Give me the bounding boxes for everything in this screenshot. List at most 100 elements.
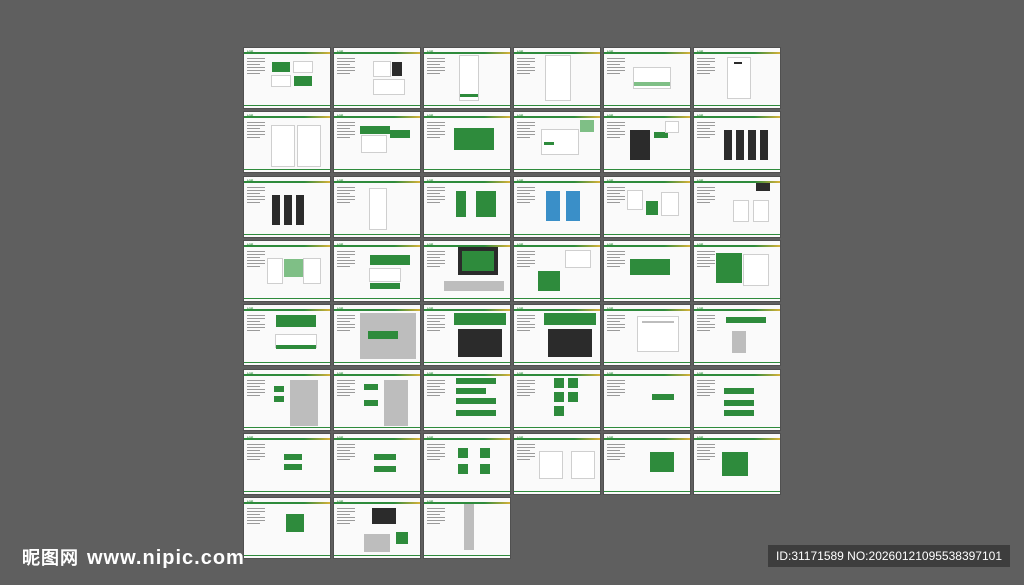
footer-stripe: [514, 233, 600, 235]
page-artwork: [454, 128, 494, 151]
vi-page-thumbnail[interactable]: VIS: [244, 305, 330, 366]
header-stripe: [694, 373, 780, 376]
footer-stripe: [604, 105, 690, 106]
vi-page-thumbnail[interactable]: VIS: [514, 112, 600, 173]
vi-page-thumbnail[interactable]: VIS: [244, 112, 330, 173]
vi-page-thumbnail[interactable]: VIS: [694, 305, 780, 366]
page-artwork: [724, 409, 754, 416]
page-artwork: [294, 76, 312, 86]
page-artwork: [544, 142, 554, 146]
page-artwork: [296, 194, 304, 225]
page-artwork: [722, 451, 748, 476]
vi-page-thumbnail[interactable]: VIS: [424, 433, 510, 494]
vi-page-thumbnail[interactable]: VIS: [694, 240, 780, 301]
vi-page-thumbnail[interactable]: VIS: [604, 305, 690, 366]
vi-page-thumbnail[interactable]: VIS: [604, 176, 690, 237]
vi-page-thumbnail[interactable]: VIS: [424, 369, 510, 430]
text-block: [247, 58, 265, 76]
vi-page-thumbnail[interactable]: VIS: [334, 305, 420, 366]
vi-page-thumbnail[interactable]: VIS: [244, 369, 330, 430]
vi-page-thumbnail[interactable]: VIS: [334, 433, 420, 494]
footer-stripe: [334, 233, 420, 235]
vi-page-thumbnail[interactable]: VIS: [244, 240, 330, 301]
footer-stripe: [694, 297, 780, 299]
footer-stripe: [514, 362, 600, 364]
header-stripe: [604, 437, 690, 440]
vi-page-thumbnail[interactable]: VIS: [424, 112, 510, 173]
vi-page-thumbnail[interactable]: VIS: [694, 48, 780, 108]
header-stripe: [424, 309, 510, 312]
header-stripe: [244, 502, 330, 505]
vi-page-thumbnail[interactable]: VIS: [424, 176, 510, 237]
vi-page-thumbnail[interactable]: VIS: [514, 305, 600, 366]
vi-page-thumbnail[interactable]: VIS: [514, 240, 600, 301]
vi-page-thumbnail[interactable]: VIS: [244, 433, 330, 494]
page-artwork: [384, 379, 408, 426]
header-stripe: [514, 52, 600, 54]
vi-page-thumbnail[interactable]: VIS: [514, 433, 600, 494]
vi-page-thumbnail[interactable]: VIS: [334, 112, 420, 173]
vi-page-thumbnail[interactable]: VIS: [604, 369, 690, 430]
footer-stripe: [694, 169, 780, 171]
page-artwork: [276, 345, 316, 350]
footer-stripe: [424, 490, 510, 492]
vi-page-thumbnail[interactable]: VIS: [244, 498, 330, 559]
page-artwork: [286, 514, 304, 533]
vi-page-thumbnail[interactable]: VIS: [694, 433, 780, 494]
page-artwork: [390, 130, 410, 139]
vi-page-thumbnail[interactable]: VIS: [334, 498, 420, 559]
vi-page-thumbnail[interactable]: VIS: [514, 176, 600, 237]
header-stripe: [604, 52, 690, 54]
page-artwork: [634, 82, 670, 86]
header-stripe: [604, 244, 690, 247]
vi-page-thumbnail[interactable]: VIS: [694, 369, 780, 430]
vi-page-thumbnail[interactable]: VIS: [334, 240, 420, 301]
header-stripe: [424, 116, 510, 119]
vi-page-thumbnail[interactable]: VIS: [244, 176, 330, 237]
vi-page-thumbnail[interactable]: VIS: [514, 48, 600, 108]
vi-page-thumbnail[interactable]: VIS: [424, 305, 510, 366]
page-artwork: [748, 130, 756, 161]
header-stripe: [334, 180, 420, 183]
vi-page-thumbnail[interactable]: VIS: [604, 48, 690, 108]
vi-page-thumbnail[interactable]: VIS: [424, 48, 510, 108]
vi-page-thumbnail[interactable]: VIS: [694, 112, 780, 173]
footer-stripe: [244, 105, 330, 106]
footer-stripe: [244, 233, 330, 235]
page-artwork: [272, 126, 294, 167]
page-artwork: [374, 80, 404, 94]
page-artwork: [456, 190, 466, 217]
vi-page-thumbnail[interactable]: VIS: [424, 498, 510, 559]
vi-page-thumbnail[interactable]: VIS: [334, 48, 420, 108]
text-block: [607, 250, 625, 269]
header-stripe: [334, 244, 420, 247]
page-artwork: [666, 122, 678, 133]
vi-page-thumbnail[interactable]: VIS: [424, 240, 510, 301]
text-block: [517, 443, 535, 462]
text-block: [517, 379, 535, 398]
vi-page-thumbnail[interactable]: VIS: [604, 240, 690, 301]
vi-page-thumbnail[interactable]: VIS: [604, 112, 690, 173]
vi-page-thumbnail[interactable]: VIS: [604, 433, 690, 494]
footer-stripe: [514, 105, 600, 106]
vi-page-thumbnail[interactable]: VIS: [334, 176, 420, 237]
page-artwork: [630, 258, 670, 275]
vi-page-thumbnail[interactable]: VIS: [244, 48, 330, 108]
text-block: [337, 379, 355, 398]
vi-page-thumbnail[interactable]: VIS: [514, 369, 600, 430]
page-artwork: [370, 282, 400, 289]
header-stripe: [694, 437, 780, 440]
page-artwork: [628, 190, 642, 209]
text-block: [517, 186, 535, 205]
page-artwork: [458, 329, 502, 358]
vi-page-thumbnail[interactable]: VIS: [334, 369, 420, 430]
page-artwork: [546, 56, 570, 100]
page-artwork: [480, 463, 490, 474]
vi-page-thumbnail[interactable]: VIS: [694, 176, 780, 237]
text-block: [517, 122, 535, 140]
text-block: [607, 443, 625, 462]
page-artwork: [650, 451, 674, 472]
page-artwork: [736, 130, 744, 161]
text-block: [427, 315, 445, 333]
page-artwork: [568, 391, 578, 402]
